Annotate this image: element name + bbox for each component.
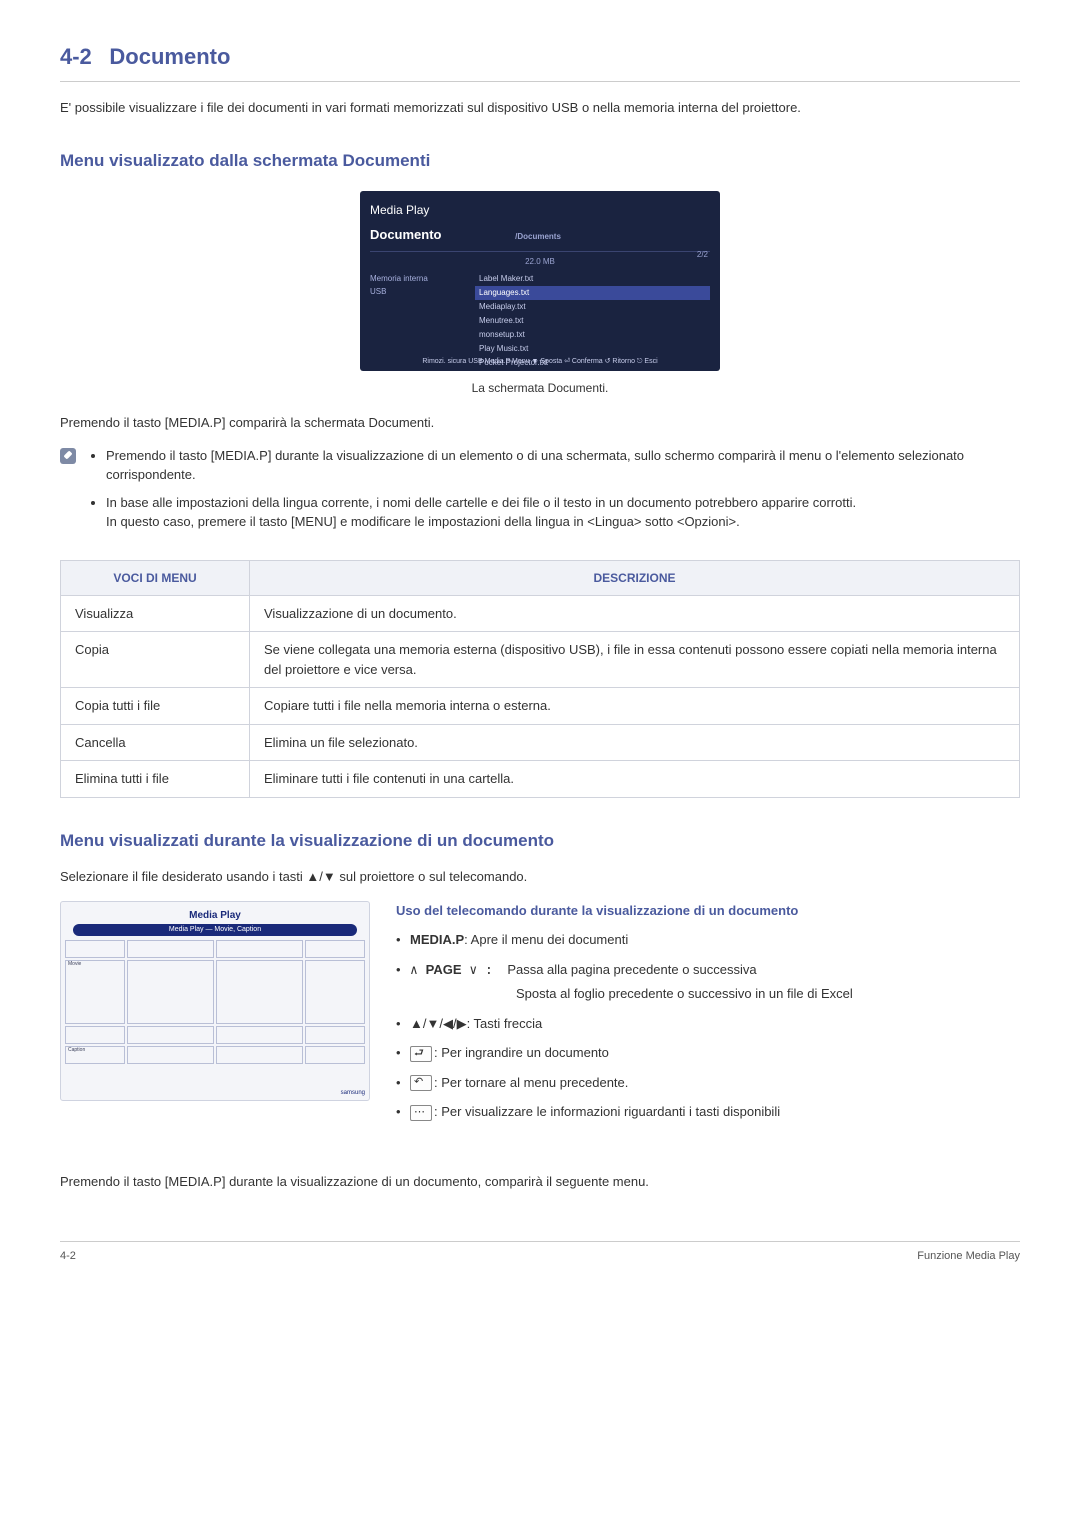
remote-heading: Uso del telecomando durante la visualizz… (396, 901, 853, 921)
remote-item-page: ∧ PAGE ∨ : Passa alla pagina precedente … (396, 960, 853, 1004)
cell: Eliminare tutti i file contenuti in una … (250, 761, 1020, 798)
documents-screen-mock: Media Play Documento /Documents 22.0 MB … (360, 191, 720, 371)
mp-app-title: Media Play (370, 201, 710, 219)
table-row: CopiaSe viene collegata una memoria este… (61, 632, 1020, 688)
section-number: 4-2 (60, 44, 92, 69)
page-up-caret: ∧ (410, 963, 426, 978)
section-header: 4-2 Documento (60, 40, 1020, 82)
s2-grid: Movie Caption (65, 940, 365, 1064)
mp-section-title: Documento /Documents (370, 225, 710, 252)
text-page: Passa alla pagina precedente o successiv… (507, 962, 756, 977)
note-icon (60, 448, 76, 464)
screenshot-1-caption: La schermata Documenti. (60, 379, 1020, 397)
paragraph-after-shot: Premendo il tasto [MEDIA.P] comparirà la… (60, 413, 1020, 433)
mp-section-label: Documento (370, 227, 442, 242)
cell: Visualizza (61, 595, 250, 632)
cell: Copia tutti i file (61, 688, 250, 725)
source-usb: USB (370, 286, 465, 298)
remote-item-info: : Per visualizzare le informazioni rigua… (396, 1102, 853, 1122)
file-item: Label Maker.txt (475, 272, 710, 286)
page-down-caret: ∨ : (462, 963, 493, 978)
mp-footer-hints: Rimozi. sicura USB Media.P Menu ▼ Sposta… (360, 357, 720, 368)
page-footer: 4-2 Funzione Media Play (60, 1241, 1020, 1265)
s2-subtitle: Media Play — Movie, Caption (73, 924, 357, 937)
table-row: Elimina tutti i fileEliminare tutti i fi… (61, 761, 1020, 798)
note-item: In base alle impostazioni della lingua c… (106, 493, 1020, 532)
intro-paragraph: E' possibile visualizzare i file dei doc… (60, 98, 1020, 118)
mp-size: 22.0 MB (370, 256, 710, 268)
label-page: PAGE (426, 962, 462, 977)
text-page-sub: Sposta al foglio precedente o successivo… (516, 984, 853, 1004)
info-icon (410, 1105, 432, 1121)
mp-file-list: Label Maker.txt Languages.txt Mediaplay.… (475, 272, 710, 370)
mp-path: /Documents (515, 232, 561, 241)
table-row: Copia tutti i fileCopiare tutti i file n… (61, 688, 1020, 725)
viewing-row: Media Play Media Play — Movie, Caption M… (60, 901, 1020, 1132)
note-item: Premendo il tasto [MEDIA.P] durante la v… (106, 446, 1020, 485)
subheading-2: Menu visualizzati durante la visualizzaz… (60, 828, 1020, 854)
file-item: Mediaplay.txt (475, 300, 710, 314)
remote-usage-block: Uso del telecomando durante la visualizz… (396, 901, 853, 1132)
file-item: monsetup.txt (475, 328, 710, 342)
subheading-1: Menu visualizzato dalla schermata Docume… (60, 148, 1020, 174)
back-icon (410, 1075, 432, 1091)
cell: Cancella (61, 724, 250, 761)
footer-right: Funzione Media Play (917, 1248, 1020, 1265)
s2-corner: samsung (341, 1089, 365, 1098)
table-row: CancellaElimina un file selezionato. (61, 724, 1020, 761)
cell: Se viene collegata una memoria esterna (… (250, 632, 1020, 688)
enter-icon (410, 1046, 432, 1062)
source-internal: Memoria interna (370, 273, 465, 285)
cell: Copiare tutti i file nella memoria inter… (250, 688, 1020, 725)
text-info: : Per visualizzare le informazioni rigua… (434, 1104, 780, 1119)
cell: Elimina un file selezionato. (250, 724, 1020, 761)
remote-item-mediap: MEDIA.P: Apre il menu dei documenti (396, 930, 853, 950)
mp-page: 2/2 (697, 249, 708, 261)
footer-left: 4-2 (60, 1248, 76, 1265)
table-row: VisualizzaVisualizzazione di un document… (61, 595, 1020, 632)
text-back: : Per tornare al menu precedente. (434, 1075, 628, 1090)
paragraph-select: Selezionare il file desiderato usando i … (60, 867, 1020, 887)
cell: Copia (61, 632, 250, 688)
text-enter: : Per ingrandire un documento (434, 1045, 609, 1060)
file-item: Play Music.txt (475, 342, 710, 356)
mp-sources: Memoria interna USB (370, 272, 465, 370)
table-head-menu: VOCI DI MENU (61, 560, 250, 595)
remote-item-enter: : Per ingrandire un documento (396, 1043, 853, 1063)
file-item: Menutree.txt (475, 314, 710, 328)
screenshot-1-container: Media Play Documento /Documents 22.0 MB … (60, 191, 1020, 371)
closing-paragraph: Premendo il tasto [MEDIA.P] durante la v… (60, 1172, 1020, 1192)
file-item-selected: Languages.txt (475, 286, 710, 300)
note-box: Premendo il tasto [MEDIA.P] durante la v… (60, 446, 1020, 540)
note-list: Premendo il tasto [MEDIA.P] durante la v… (88, 446, 1020, 540)
label-mediap: MEDIA.P (410, 932, 464, 947)
text-mediap: : Apre il menu dei documenti (464, 932, 628, 947)
document-view-mock: Media Play Media Play — Movie, Caption M… (60, 901, 370, 1101)
s2-title: Media Play (65, 908, 365, 923)
remote-item-back: : Per tornare al menu precedente. (396, 1073, 853, 1093)
section-title: Documento (109, 44, 230, 69)
menu-table: VOCI DI MENU DESCRIZIONE VisualizzaVisua… (60, 560, 1020, 798)
table-head-desc: DESCRIZIONE (250, 560, 1020, 595)
cell: Visualizzazione di un documento. (250, 595, 1020, 632)
remote-item-arrows: ▲/▼/◀/▶: Tasti freccia (396, 1014, 853, 1034)
cell: Elimina tutti i file (61, 761, 250, 798)
